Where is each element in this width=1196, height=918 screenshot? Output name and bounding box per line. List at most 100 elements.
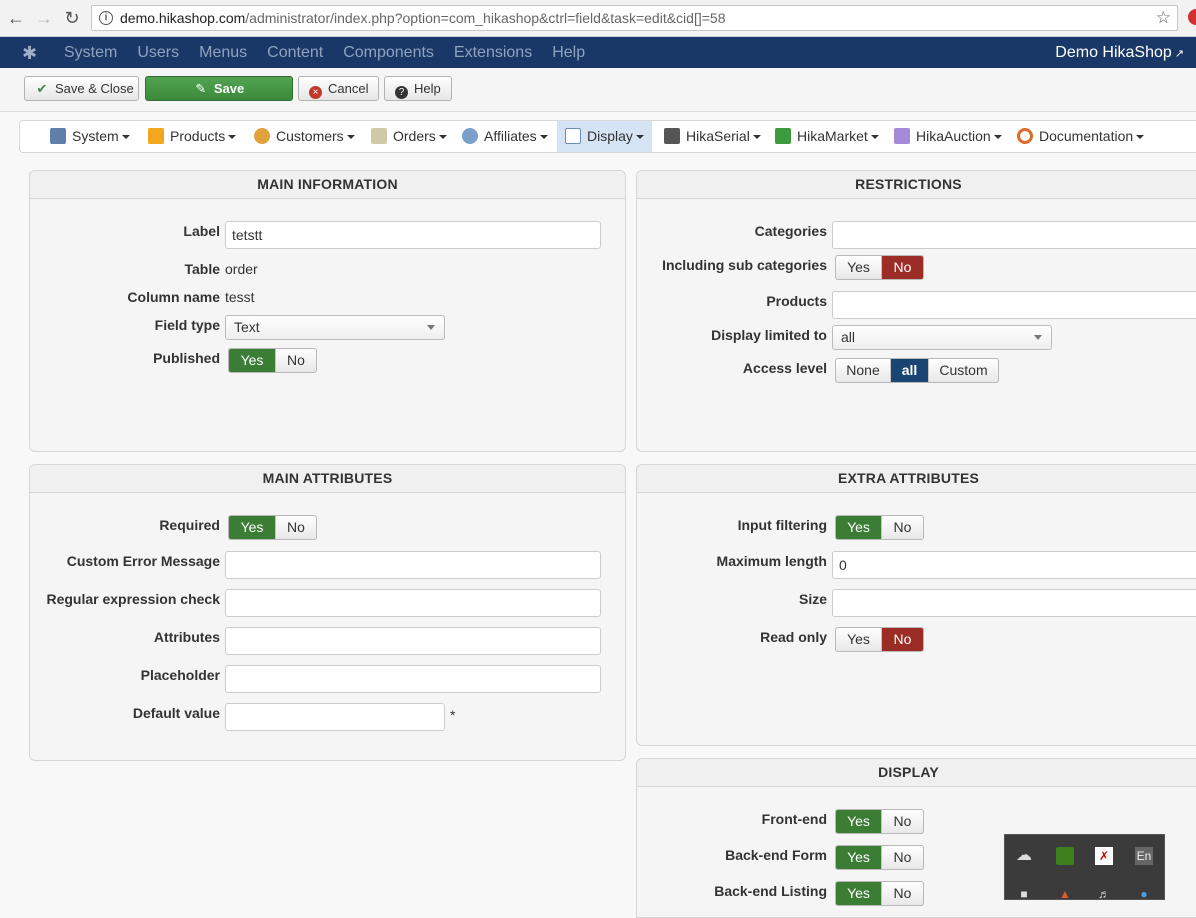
required-yes[interactable]: Yes — [229, 516, 276, 539]
site-link[interactable]: Demo HikaShop ↗ — [1055, 37, 1184, 70]
field-type-value: Text — [234, 319, 260, 335]
error-message-label: Custom Error Message — [66, 553, 220, 569]
speaker-icon[interactable]: ▲ — [1056, 885, 1074, 903]
default-value-input[interactable] — [225, 703, 445, 731]
hika-menu-orders[interactable]: Orders — [363, 121, 455, 152]
panel-title: EXTRA ATTRIBUTES — [637, 465, 1196, 493]
affiliates-icon — [462, 128, 478, 144]
sub-categories-yes[interactable]: Yes — [836, 256, 882, 279]
hika-menu-customers[interactable]: Customers — [246, 121, 363, 152]
sub-categories-no[interactable]: No — [882, 256, 923, 279]
admin-menu-components[interactable]: Components — [333, 37, 444, 68]
admin-menu-content[interactable]: Content — [257, 37, 333, 68]
save-button[interactable]: ✎ Save — [145, 76, 293, 101]
required-toggle: Yes No — [228, 515, 317, 540]
network-icon[interactable]: ■ — [1015, 885, 1033, 903]
hika-menu-hikaserial[interactable]: HikaSerial — [656, 121, 769, 152]
front-end-no[interactable]: No — [882, 810, 923, 833]
max-length-input[interactable]: 0 — [832, 551, 1196, 579]
hika-menu-system[interactable]: System — [42, 121, 138, 152]
back-end-listing-label: Back-end Listing — [714, 883, 827, 899]
published-yes[interactable]: Yes — [229, 349, 276, 372]
forward-icon[interactable]: → — [34, 8, 54, 28]
categories-label: Categories — [754, 223, 827, 239]
hika-menu-products[interactable]: Products — [140, 121, 244, 152]
admin-menu-users[interactable]: Users — [127, 37, 189, 68]
save-close-button[interactable]: ✔ Save & Close — [24, 76, 139, 101]
save-label: Save — [213, 81, 245, 96]
placeholder-input[interactable] — [225, 665, 601, 693]
label-label: Label — [183, 223, 220, 239]
back-end-listing-yes[interactable]: Yes — [836, 882, 882, 905]
bookmark-star-icon[interactable]: ☆ — [1156, 6, 1171, 30]
hika-menu-affiliates[interactable]: Affiliates — [454, 121, 556, 152]
admin-menu-extensions[interactable]: Extensions — [444, 37, 542, 68]
regex-input[interactable] — [225, 589, 601, 617]
caret-down-icon — [752, 135, 761, 139]
help-button[interactable]: ? Help — [384, 76, 452, 101]
access-custom[interactable]: Custom — [929, 359, 998, 382]
input-filtering-label: Input filtering — [737, 517, 827, 533]
check-icon: ✔ — [36, 81, 48, 96]
back-icon[interactable]: ← — [6, 8, 26, 28]
hika-menu-hikaauction[interactable]: HikaAuction — [886, 121, 1010, 152]
back-end-form-yes[interactable]: Yes — [836, 846, 882, 869]
hika-menu-label: HikaSerial — [686, 128, 750, 144]
field-type-select[interactable]: Text — [225, 315, 445, 340]
main-information-panel: MAIN INFORMATION Label tetstt Table orde… — [29, 170, 626, 452]
published-no[interactable]: No — [276, 349, 316, 372]
back-end-listing-no[interactable]: No — [882, 882, 923, 905]
reload-icon[interactable]: ↻ — [62, 8, 82, 28]
volume-icon[interactable]: ♬ — [1095, 885, 1113, 903]
dropdown-arrow-icon — [427, 325, 435, 330]
front-end-yes[interactable]: Yes — [836, 810, 882, 833]
cloud-icon[interactable]: ☁ — [1015, 847, 1033, 865]
read-only-yes[interactable]: Yes — [836, 628, 882, 651]
input-filtering-yes[interactable]: Yes — [836, 516, 882, 539]
attributes-input[interactable] — [225, 627, 601, 655]
hika-menu-display[interactable]: Display — [557, 121, 652, 152]
display-limited-select[interactable]: all — [832, 325, 1052, 350]
admin-menu: System Users Menus Content Components Ex… — [54, 37, 595, 68]
access-none[interactable]: None — [836, 359, 891, 382]
language-icon[interactable]: En — [1135, 847, 1153, 865]
cancel-icon: × — [309, 86, 322, 99]
app-icon[interactable]: ● — [1135, 885, 1153, 903]
default-value-label: Default value — [132, 705, 220, 721]
admin-menu-help[interactable]: Help — [542, 37, 595, 68]
display-limited-label: Display limited to — [711, 327, 827, 343]
admin-menu-menus[interactable]: Menus — [189, 37, 257, 68]
extension-icon[interactable] — [1188, 9, 1196, 25]
admin-menu-system[interactable]: System — [54, 37, 127, 68]
input-filtering-no[interactable]: No — [882, 516, 923, 539]
size-input[interactable] — [832, 589, 1196, 617]
admin-header: ✱ System Users Menus Content Components … — [0, 37, 1196, 68]
access-all[interactable]: all — [891, 359, 929, 382]
default-value-mark: * — [450, 707, 456, 723]
label-input[interactable]: tetstt — [225, 221, 601, 249]
nvidia-icon[interactable] — [1056, 847, 1074, 865]
error-message-input[interactable] — [225, 551, 601, 579]
categories-input[interactable] — [832, 221, 1196, 249]
hikamarket-icon — [775, 128, 791, 144]
back-end-form-no[interactable]: No — [882, 846, 923, 869]
caret-down-icon — [438, 135, 447, 139]
size-label: Size — [798, 591, 827, 607]
caret-down-icon — [121, 135, 130, 139]
hika-menu-documentation[interactable]: Documentation — [1009, 121, 1152, 152]
info-icon[interactable]: i — [99, 11, 113, 25]
table-value: order — [225, 261, 258, 277]
column-name-label: Column name — [127, 289, 220, 305]
display-limited-value: all — [841, 329, 856, 345]
joomla-logo-icon[interactable]: ✱ — [22, 43, 37, 64]
read-only-no[interactable]: No — [882, 628, 923, 651]
products-input[interactable] — [832, 291, 1196, 319]
tools-icon — [50, 128, 66, 144]
hika-menu-hikamarket[interactable]: HikaMarket — [767, 121, 887, 152]
url-host: demo.hikashop.com — [120, 10, 246, 26]
field-type-label: Field type — [154, 317, 220, 333]
cancel-button[interactable]: × Cancel — [298, 76, 379, 101]
address-bar[interactable]: i demo.hikashop.com/administrator/index.… — [91, 5, 1178, 31]
required-no[interactable]: No — [276, 516, 316, 539]
security-icon[interactable]: ✗ — [1095, 847, 1113, 865]
